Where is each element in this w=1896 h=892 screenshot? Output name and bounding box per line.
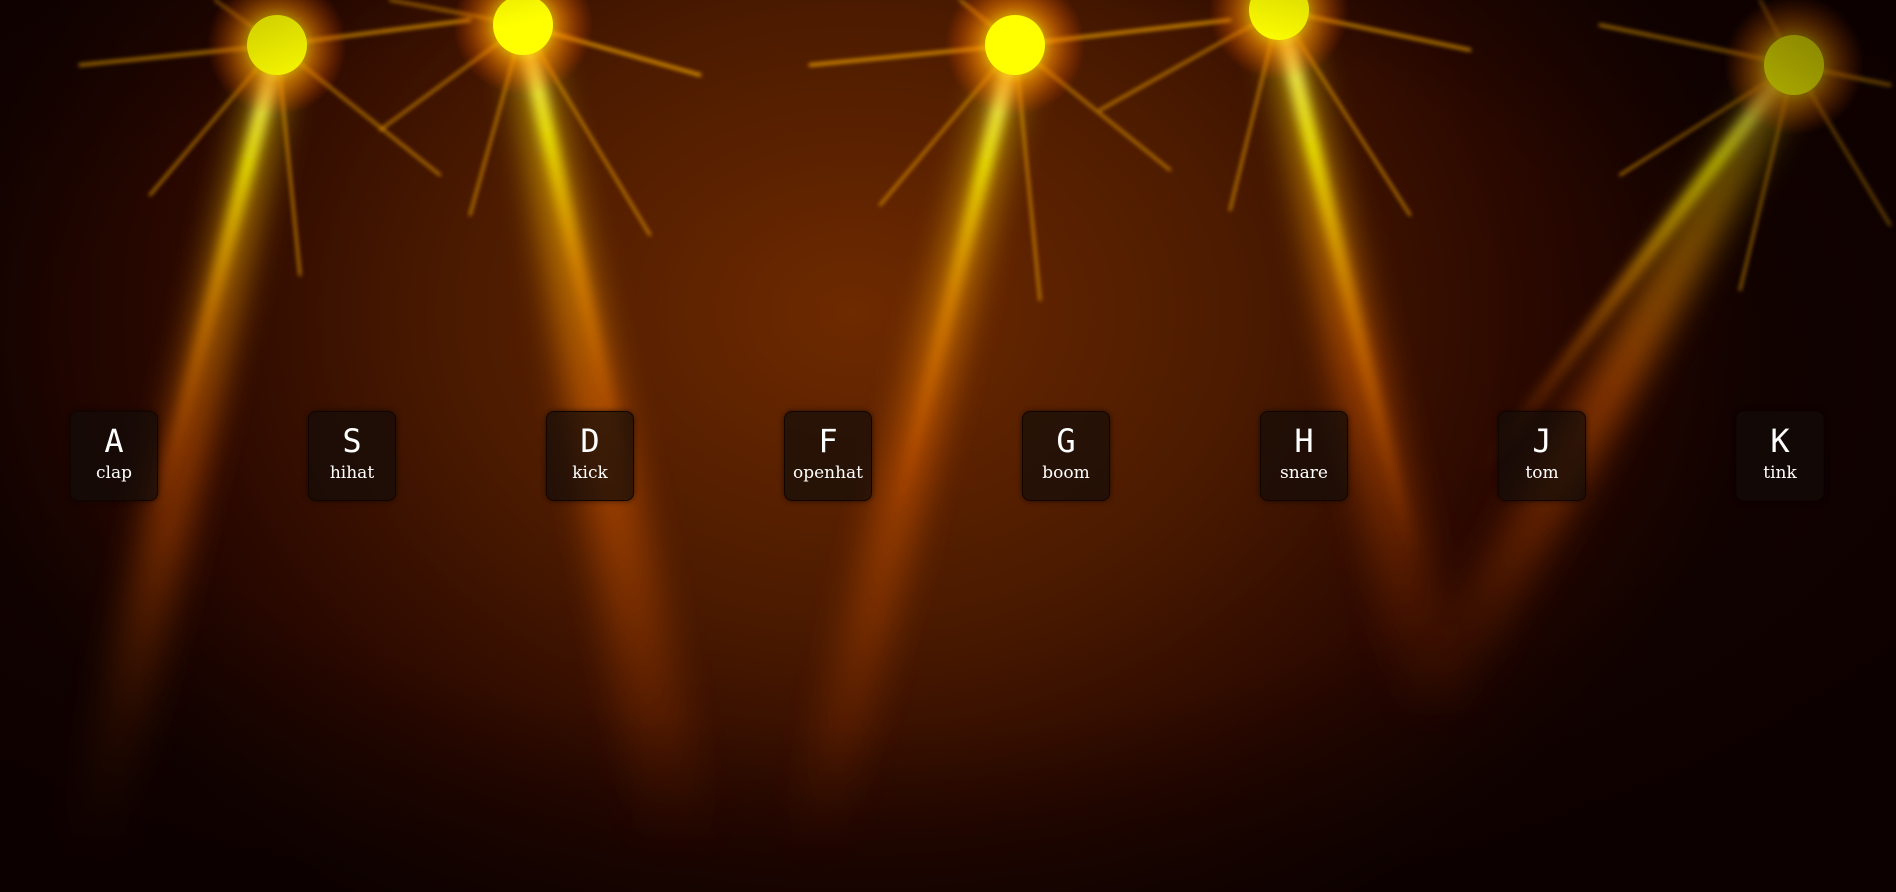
drum-key-clap[interactable]: A clap [70, 411, 158, 501]
sound-label: tink [1763, 463, 1797, 483]
drum-key-openhat[interactable]: F openhat [784, 411, 872, 501]
sound-label: tom [1525, 463, 1559, 483]
sound-label: openhat [792, 463, 864, 483]
sound-label: clap [96, 463, 132, 483]
key-letter: G [1056, 422, 1076, 460]
drum-kit-stage: A clap S hihat D kick F openhat G boom H… [0, 0, 1896, 892]
key-letter: A [104, 422, 124, 460]
sound-label: hihat [329, 463, 375, 483]
drum-keys-row: A clap S hihat D kick F openhat G boom H… [0, 411, 1896, 501]
sound-label: boom [1042, 463, 1090, 483]
drum-key-tink[interactable]: K tink [1736, 411, 1824, 501]
drum-key-boom[interactable]: G boom [1022, 411, 1110, 501]
drum-key-snare[interactable]: H snare [1260, 411, 1348, 501]
sound-label: kick [572, 463, 608, 483]
sound-label: snare [1280, 463, 1328, 483]
key-letter: D [580, 422, 600, 460]
drum-key-tom[interactable]: J tom [1498, 411, 1586, 501]
key-letter: S [342, 422, 362, 460]
key-letter: H [1294, 422, 1314, 460]
key-letter: F [818, 422, 838, 460]
key-letter: J [1532, 422, 1552, 460]
drum-key-hihat[interactable]: S hihat [308, 411, 396, 501]
key-letter: K [1770, 422, 1790, 460]
drum-key-kick[interactable]: D kick [546, 411, 634, 501]
